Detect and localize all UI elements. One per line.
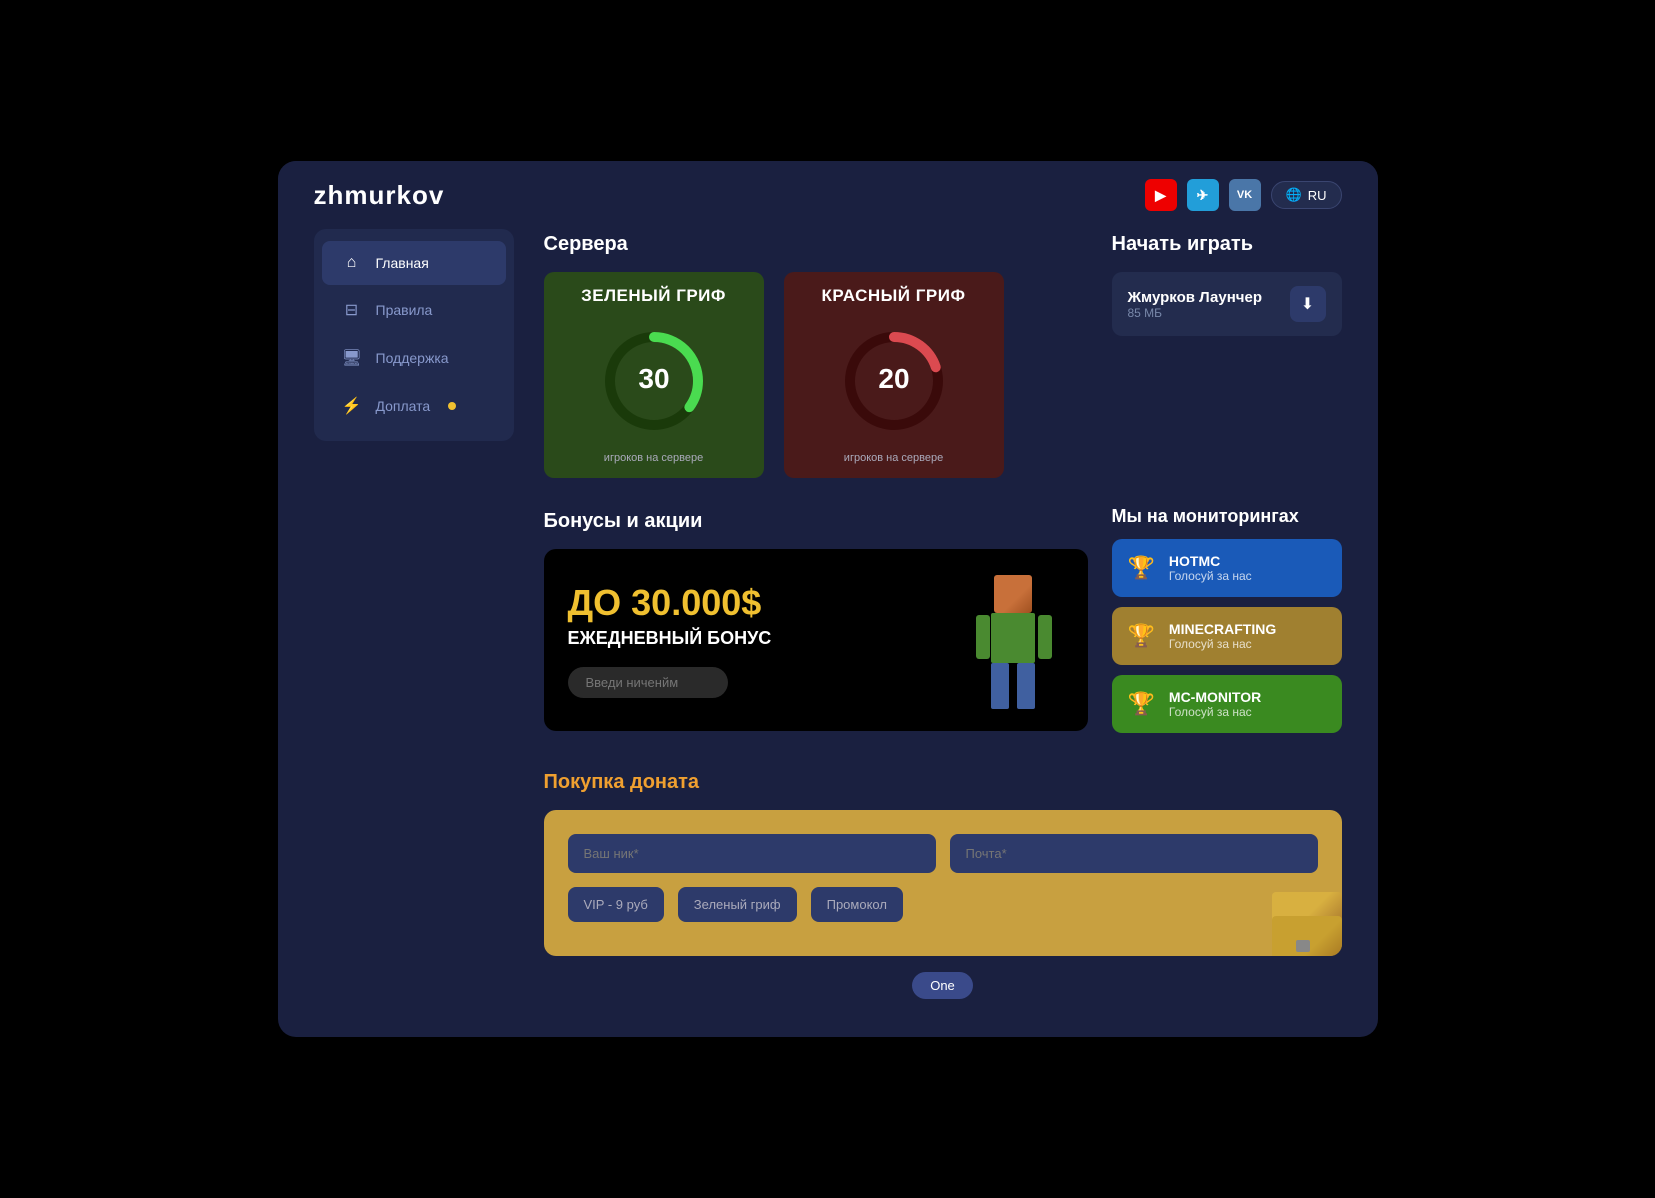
header: zhmurkov ▶ ✈ VK 🌐 RU <box>278 161 1378 229</box>
red-donut-wrap: 20 <box>784 316 1004 444</box>
bonuses-title: Бонусы и акции <box>544 510 1088 533</box>
hotmc-name: HOTMC <box>1169 553 1252 569</box>
red-server-name: КРАСНЫЙ ГРИФ <box>784 272 1004 316</box>
vk-icon[interactable]: VK <box>1229 179 1261 211</box>
page-1-button[interactable]: One <box>912 972 973 999</box>
mc-body <box>991 613 1035 663</box>
support-icon: 🖥 <box>342 348 362 368</box>
mc-head <box>994 575 1032 613</box>
sidebar-label-topup: Доплата <box>376 398 431 414</box>
chest-lock <box>1296 940 1310 952</box>
sidebar-item-topup[interactable]: ⚡ Доплата <box>322 383 506 429</box>
topup-icon: ⚡ <box>342 396 362 416</box>
app-container: zhmurkov ▶ ✈ VK 🌐 RU ⌂ Главная ⊟ Правила… <box>278 161 1378 1037</box>
minecraft-character <box>964 575 1064 705</box>
servers-title: Сервера <box>544 233 1064 256</box>
pagination: One <box>544 956 1342 1007</box>
promo-option[interactable]: Промокол <box>811 887 903 922</box>
trophy-icon-mcmonitor: 🏆 <box>1128 691 1155 717</box>
server-card-green[interactable]: ЗЕЛЕНЫЙ ГРИФ 30 игроков на сервере <box>544 272 764 478</box>
minecrafting-sub: Голосуй за нас <box>1169 637 1276 651</box>
green-server-donut: 30 <box>599 326 709 436</box>
donat-inputs-row <box>568 834 1318 873</box>
donat-card: VIP - 9 руб Зеленый гриф Промокол <box>544 810 1342 956</box>
sidebar-item-rules[interactable]: ⊟ Правила <box>322 287 506 333</box>
hotmc-sub: Голосуй за нас <box>1169 569 1252 583</box>
email-input[interactable] <box>950 834 1318 873</box>
youtube-icon[interactable]: ▶ <box>1145 179 1177 211</box>
logo: zhmurkov <box>314 180 445 211</box>
language-label: RU <box>1308 188 1327 203</box>
start-play-title: Начать играть <box>1112 233 1342 256</box>
mc-arm-left <box>976 615 990 659</box>
topup-badge <box>448 402 456 410</box>
red-server-footer: игроков на сервере <box>784 444 1004 478</box>
bonus-amount: ДО 30.000$ <box>568 582 772 624</box>
monitor-hotmc[interactable]: 🏆 HOTMC Голосуй за нас <box>1112 539 1342 597</box>
telegram-icon[interactable]: ✈ <box>1187 179 1219 211</box>
sidebar-label-home: Главная <box>376 255 429 271</box>
sidebar-label-rules: Правила <box>376 302 433 318</box>
monitor-minecrafting[interactable]: 🏆 MINECRAFTING Голосуй за нас <box>1112 607 1342 665</box>
minecrafting-name: MINECRAFTING <box>1169 621 1276 637</box>
launcher-card[interactable]: Жмурков Лаунчер 85 МБ ⬇ <box>1112 272 1342 336</box>
mcmonitor-info: MC-MONITOR Голосуй за нас <box>1169 689 1261 719</box>
sidebar: ⌂ Главная ⊟ Правила 🖥 Поддержка ⚡ Доплат… <box>314 229 514 441</box>
mc-leg-right <box>1017 663 1035 709</box>
download-button[interactable]: ⬇ <box>1290 286 1326 322</box>
mc-leg-left <box>991 663 1009 709</box>
green-server-name: ЗЕЛЕНЫЙ ГРИФ <box>544 272 764 316</box>
mcmonitor-sub: Голосуй за нас <box>1169 705 1261 719</box>
servers-section: Сервера ЗЕЛЕНЫЙ ГРИФ 30 <box>544 229 1064 478</box>
header-right: ▶ ✈ VK 🌐 RU <box>1145 179 1342 211</box>
launcher-info: Жмурков Лаунчер 85 МБ <box>1128 289 1262 320</box>
monitor-mcmonitor[interactable]: 🏆 MC-MONITOR Голосуй за нас <box>1112 675 1342 733</box>
launcher-name: Жмурков Лаунчер <box>1128 289 1262 306</box>
hotmc-info: HOTMC Голосуй за нас <box>1169 553 1252 583</box>
bonus-subtitle: ЕЖЕДНЕВНЫЙ БОНУС <box>568 628 772 649</box>
donat-section: Покупка доната VIP - 9 руб Зеленый гриф … <box>544 771 1342 1007</box>
svg-text:20: 20 <box>878 363 909 394</box>
minecrafting-info: MINECRAFTING Голосуй за нас <box>1169 621 1276 651</box>
bonus-text-block: ДО 30.000$ ЕЖЕДНЕВНЫЙ БОНУС <box>568 582 772 698</box>
bonus-nickname-input[interactable] <box>568 667 728 698</box>
vip-option[interactable]: VIP - 9 руб <box>568 887 664 922</box>
donat-options-row: VIP - 9 руб Зеленый гриф Промокол <box>568 887 1318 922</box>
monitoring-title: Мы на мониторингах <box>1112 506 1342 527</box>
start-play-panel: Начать играть Жмурков Лаунчер 85 МБ ⬇ <box>1112 229 1342 336</box>
chest-decoration <box>1252 886 1342 956</box>
trophy-icon-hotmc: 🏆 <box>1128 555 1155 581</box>
red-server-donut: 20 <box>839 326 949 436</box>
sidebar-item-support[interactable]: 🖥 Поддержка <box>322 335 506 381</box>
language-button[interactable]: 🌐 RU <box>1271 181 1342 209</box>
rules-icon: ⊟ <box>342 300 362 320</box>
home-icon: ⌂ <box>342 254 362 272</box>
trophy-icon-minecrafting: 🏆 <box>1128 623 1155 649</box>
monitoring-panel: Мы на мониторингах 🏆 HOTMC Голосуй за на… <box>1112 506 1342 743</box>
mc-arm-right <box>1038 615 1052 659</box>
servers-list: ЗЕЛЕНЫЙ ГРИФ 30 игроков на сервере <box>544 272 1064 478</box>
sidebar-item-home[interactable]: ⌂ Главная <box>322 241 506 285</box>
bonuses-row: Бонусы и акции ДО 30.000$ ЕЖЕДНЕВНЫЙ БОН… <box>544 506 1342 743</box>
green-donut-wrap: 30 <box>544 316 764 444</box>
content-area: Сервера ЗЕЛЕНЫЙ ГРИФ 30 <box>514 229 1342 1007</box>
green-grif-option[interactable]: Зеленый гриф <box>678 887 797 922</box>
bonus-banner: ДО 30.000$ ЕЖЕДНЕВНЫЙ БОНУС <box>544 549 1088 731</box>
bonuses-section: Бонусы и акции ДО 30.000$ ЕЖЕДНЕВНЫЙ БОН… <box>544 506 1088 743</box>
launcher-size: 85 МБ <box>1128 306 1262 320</box>
donat-title: Покупка доната <box>544 771 1342 794</box>
nick-input[interactable] <box>568 834 936 873</box>
globe-icon: 🌐 <box>1286 187 1302 203</box>
green-server-footer: игроков на сервере <box>544 444 764 478</box>
svg-text:30: 30 <box>638 363 669 394</box>
main-content: ⌂ Главная ⊟ Правила 🖥 Поддержка ⚡ Доплат… <box>278 229 1378 1037</box>
sidebar-label-support: Поддержка <box>376 350 449 366</box>
mcmonitor-name: MC-MONITOR <box>1169 689 1261 705</box>
server-card-red[interactable]: КРАСНЫЙ ГРИФ 20 игроков на сервере <box>784 272 1004 478</box>
